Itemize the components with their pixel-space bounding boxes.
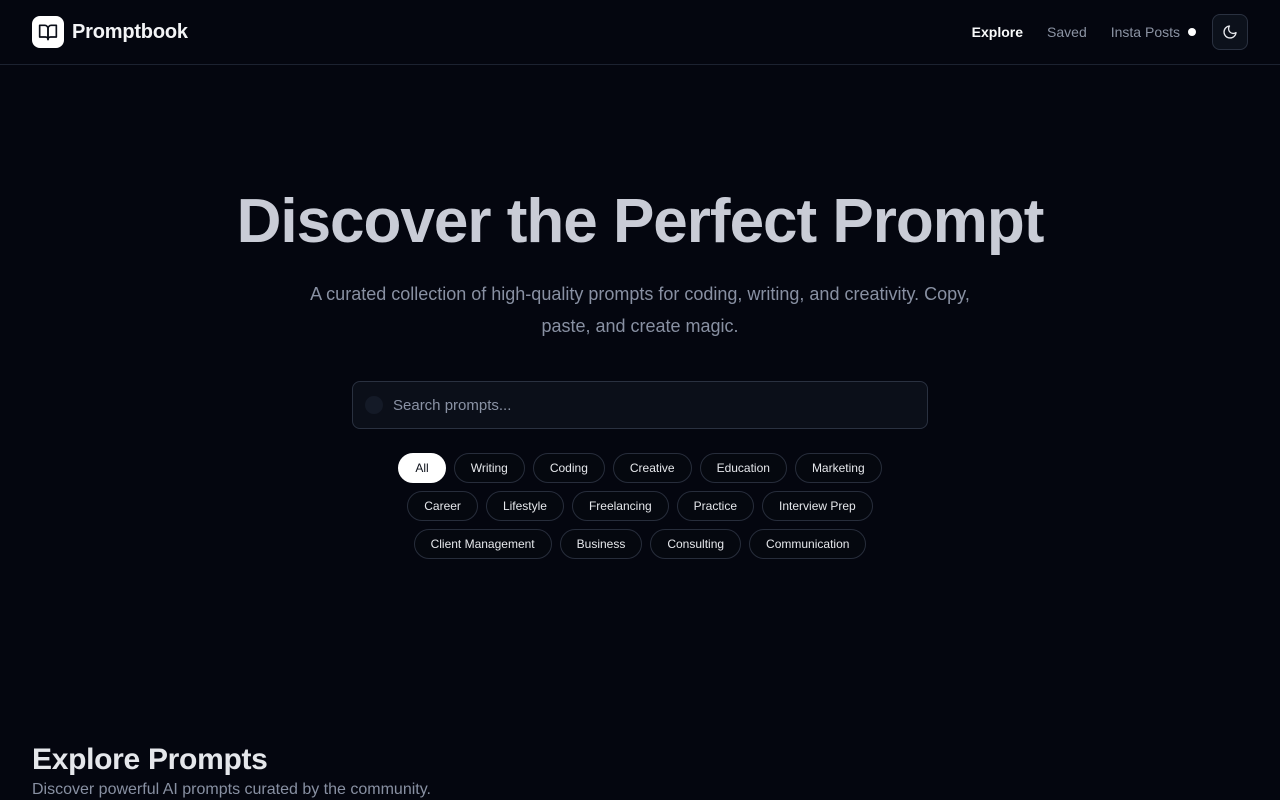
category-row: Client Management Business Consulting Co… bbox=[0, 529, 1280, 559]
section-subtitle: Discover powerful AI prompts curated by … bbox=[32, 781, 431, 798]
category-chip-practice[interactable]: Practice bbox=[676, 491, 755, 521]
category-chip-all[interactable]: All bbox=[398, 453, 446, 483]
nav-link-insta-posts[interactable]: Insta Posts bbox=[1111, 24, 1180, 40]
notification-dot bbox=[1188, 28, 1196, 36]
moon-icon bbox=[1222, 24, 1238, 40]
category-chip-writing[interactable]: Writing bbox=[453, 453, 525, 483]
nav-link-explore[interactable]: Explore bbox=[972, 24, 1023, 40]
main-nav: Explore Saved Insta Posts bbox=[972, 14, 1248, 50]
nav-item-insta-posts[interactable]: Insta Posts bbox=[1111, 24, 1196, 40]
top-nav-bar: Promptbook Explore Saved Insta Posts bbox=[0, 0, 1280, 65]
nav-link-saved[interactable]: Saved bbox=[1047, 24, 1087, 40]
category-chip-client-management[interactable]: Client Management bbox=[413, 529, 552, 559]
category-chip-education[interactable]: Education bbox=[699, 453, 787, 483]
category-chip-consulting[interactable]: Consulting bbox=[650, 529, 742, 559]
category-chip-marketing[interactable]: Marketing bbox=[794, 453, 882, 483]
hero-title: Discover the Perfect Prompt bbox=[236, 187, 1045, 256]
brand[interactable]: Promptbook bbox=[32, 16, 188, 48]
category-chip-creative[interactable]: Creative bbox=[612, 453, 692, 483]
section-title: Explore Prompts bbox=[32, 743, 268, 776]
search-input[interactable] bbox=[393, 382, 927, 428]
category-chip-interview-prep[interactable]: Interview Prep bbox=[762, 491, 873, 521]
hero-subtitle: A curated collection of high-quality pro… bbox=[310, 284, 970, 336]
category-row: All Writing Coding Creative Education Ma… bbox=[0, 453, 1280, 483]
category-chip-business[interactable]: Business bbox=[559, 529, 643, 559]
page: Promptbook Explore Saved Insta Posts Dis… bbox=[0, 0, 1280, 800]
brand-name: Promptbook bbox=[72, 20, 188, 43]
category-chip-communication[interactable]: Communication bbox=[749, 529, 867, 559]
category-chip-lifestyle[interactable]: Lifestyle bbox=[485, 491, 564, 521]
search-icon bbox=[365, 396, 383, 414]
theme-toggle-button[interactable] bbox=[1212, 14, 1248, 50]
category-chip-freelancing[interactable]: Freelancing bbox=[571, 491, 669, 521]
category-chip-career[interactable]: Career bbox=[407, 491, 478, 521]
book-open-icon bbox=[32, 16, 64, 48]
category-row: Career Lifestyle Freelancing Practice In… bbox=[0, 491, 1280, 521]
category-chip-coding[interactable]: Coding bbox=[532, 453, 605, 483]
search-box[interactable] bbox=[352, 381, 928, 429]
category-filters: All Writing Coding Creative Education Ma… bbox=[0, 453, 1280, 567]
